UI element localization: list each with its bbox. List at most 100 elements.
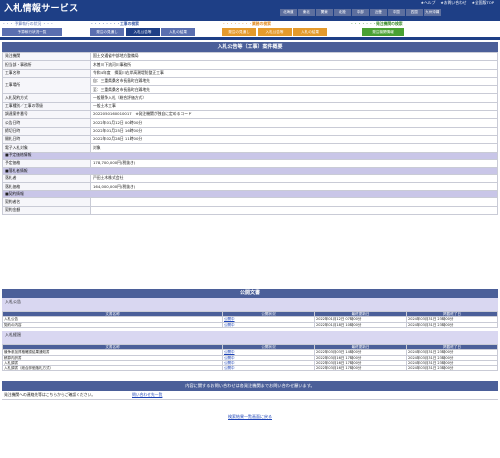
documents-panel: 公開文書 入札公告 文書名称 公開状況 最終更新日 掲載終了日 入札公告 公開中…: [2, 289, 498, 372]
doc-row: 入札調書（総合評価落札方式） 公開中 2022年03月16日 17時00分 20…: [2, 365, 498, 372]
value-winner: 戸田土木株式会社: [90, 173, 498, 184]
value-e-bid: 対象: [90, 143, 498, 153]
value-location-to: 至：三重県桑名市長島町白鶏地先: [90, 85, 498, 95]
row-notice-date: 公告日時 2022年01月12日 00時00分: [2, 118, 498, 128]
value-winning-price: 164,000,000円(税抜き): [90, 182, 498, 192]
region-tab-chubu[interactable]: 近畿: [370, 9, 387, 16]
region-tab-hokkaido[interactable]: 東北: [298, 9, 315, 16]
region-tab-kyushu[interactable]: 九州沖縄: [424, 9, 441, 16]
back-to-results-link[interactable]: 検索結果一覧画面に戻る: [228, 414, 272, 419]
row-location-from: 工事場所 自：三重県桑名市長島町白鶏地先: [2, 76, 498, 95]
section-price: ■予定価格情報: [2, 151, 498, 160]
tab-services-results[interactable]: 入札の結果: [293, 28, 327, 36]
contact-list-link[interactable]: 問い合わせ先一覧: [132, 392, 162, 398]
nav-group-budget-label: ・・・ 予算執行の状況 ・・・: [2, 21, 54, 26]
contact-link[interactable]: ★お問い合わせ: [440, 0, 466, 6]
row-contractor: 契約者名: [2, 197, 498, 207]
value-contractor: [90, 197, 498, 207]
region-tab-kanto2[interactable]: 北陸: [334, 9, 351, 16]
label-winner: 落札者: [2, 173, 91, 184]
value-contract-amount: [90, 205, 498, 216]
detail-heading: 入札公告等（工事）案件概要: [2, 42, 498, 52]
value-notice-date: 2022年01月12日 00時00分: [90, 118, 498, 128]
label-project-name: 工事名称: [2, 68, 91, 78]
section-winner-label: ■落札者情報: [2, 166, 498, 175]
region-tab-tohoku[interactable]: 関東: [316, 9, 333, 16]
section-contract-label: ■契約情報: [2, 190, 498, 199]
row-case-number: 調達案件番号 2022050160010017 ※発注機関が独自に定めるコード: [2, 110, 498, 120]
nav-group-services: ・・・・・・・・・・・・・・ 業務の検索 発注の見通し 入札公告等 入札の結果: [222, 21, 332, 37]
section-winner: ■落札者情報: [2, 166, 498, 175]
row-e-bid: 電子入札対象 対象: [2, 143, 498, 153]
help-link[interactable]: ★ヘルプ: [421, 0, 436, 6]
region-tab-hokuriku[interactable]: 中部: [352, 9, 369, 16]
doc-status-link[interactable]: 公開中: [222, 365, 315, 372]
label-bid-method: 入札契約方式: [2, 93, 91, 103]
tab-construction-notices[interactable]: 入札公告等: [125, 28, 160, 36]
value-location-from: 自：三重県桑名市長島町白鶏地先: [90, 76, 498, 87]
section-contract: ■契約情報: [2, 190, 498, 199]
value-office: 木曽川下流河川事務所: [90, 60, 498, 70]
tab-services-notices[interactable]: 入札公告等: [257, 28, 292, 36]
doc-end: 2024年03月31日 23時00分: [406, 365, 498, 372]
tab-construction-outlook[interactable]: 発注の見通し: [90, 28, 124, 36]
tab-agency-info[interactable]: 発注機関情報: [362, 28, 404, 36]
nav-strip: [0, 37, 500, 40]
value-case-number: 2022050160010017 ※発注機関が独自に定めるコード: [90, 110, 498, 120]
label-case-number: 調達案件番号: [2, 110, 91, 120]
region-tab-kanto[interactable]: 北海道: [280, 9, 297, 16]
doc-end: 2024年03月31日 23時00分: [406, 321, 498, 328]
label-contract-amount: 契約金額: [2, 205, 91, 216]
label-location: 工事場所: [2, 76, 91, 95]
tab-budget-list[interactable]: 予算執行状況一覧: [2, 28, 62, 36]
nav-group-construction: ・・・・・・・・・・・・・・ 工事の検索 発注の見通し 入札公告等 入札の結果: [90, 21, 200, 37]
tab-services-outlook[interactable]: 発注の見通し: [222, 28, 256, 36]
label-agency: 発注機関: [2, 51, 91, 62]
row-deadline: 締切日時 2022年01月25日 16時00分: [2, 126, 498, 136]
section-price-label: ■予定価格情報: [2, 151, 498, 160]
doc-row: 契約の内容 公開中 2022年01月18日 10時00分 2024年03月31日…: [2, 321, 498, 328]
value-agency: 国土交通省中部地方整備局: [90, 51, 498, 62]
label-category: 工事種別／工事の等級: [2, 101, 91, 112]
nav-group-construction-label: 工事の検索: [120, 21, 139, 26]
doc-name: 契約の内容: [2, 321, 223, 328]
row-estimated-price: 予定価格 178,700,000円(税抜き): [2, 158, 498, 168]
label-office: 担当部・事務所: [2, 60, 91, 70]
site-title: 入札情報サービス: [4, 4, 79, 14]
nav-group-services-dash: ・・・・・・・・・・・・・・: [222, 22, 252, 26]
row-opening-date: 開札日時 2022年02月28日 11時00分: [2, 134, 498, 145]
value-estimated-price: 178,700,000円(税抜き): [90, 158, 498, 168]
value-bid-method: 一般競争入札（総合評価方式）: [90, 93, 498, 103]
documents-heading: 公開文書: [2, 289, 498, 298]
row-winner: 落札者 戸田土木株式会社: [2, 173, 498, 184]
doc-name: 入札調書（総合評価落札方式）: [2, 365, 223, 372]
doc-updated: 2022年03月16日 17時00分: [314, 365, 407, 372]
row-contract-amount: 契約金額: [2, 205, 498, 216]
contact-row: 発注機関への連絡先等はこちらからご確認ください。 問い合わせ先一覧: [2, 391, 498, 400]
nav-group-construction-dash: ・・・・・・・・・・・・・・: [90, 22, 120, 26]
contact-text: 発注機関への連絡先等はこちらからご確認ください。: [4, 392, 96, 397]
detail-panel: 入札公告等（工事）案件概要 発注機関 国土交通省中部地方整備局 担当部・事務所 …: [2, 42, 498, 216]
region-tab-kinki[interactable]: 中国: [388, 9, 405, 16]
top-links: ★ヘルプ ★お問い合わせ ★全国版TOP: [421, 0, 494, 6]
label-notice-date: 公告日時: [2, 118, 91, 128]
region-tabs: 北海道 東北 関東 北陸 中部 近畿 中国 四国 九州沖縄: [280, 9, 441, 16]
doc-group-progress-title: 入札経過: [2, 330, 498, 344]
value-deadline: 2022年01月25日 16時00分: [90, 126, 498, 136]
label-contractor: 契約者名: [2, 197, 91, 207]
nav-group-budget: ・・・ 予算執行の状況 ・・・ 予算執行状況一覧: [2, 21, 62, 37]
inquiry-banner: 内容に関するお問い合わせは各発注機関までお問い合わせ願います。: [2, 381, 498, 391]
value-project-name: 令和4年度 揖斐川右岸高潮堤防整正工事: [90, 68, 498, 78]
doc-group-notice-title: 入札公告: [2, 298, 498, 311]
nav-group-agencies-dash: ・・・・・・・・・・・・・・: [350, 22, 376, 26]
row-winning-price: 落札価格 164,000,000円(税抜き): [2, 182, 498, 192]
national-top-link[interactable]: ★全国版TOP: [472, 0, 494, 6]
row-office: 担当部・事務所 木曽川下流河川事務所: [2, 60, 498, 70]
label-estimated-price: 予定価格: [2, 158, 91, 168]
label-winning-price: 落札価格: [2, 182, 91, 192]
row-agency: 発注機関 国土交通省中部地方整備局: [2, 51, 498, 62]
tab-construction-results[interactable]: 入札の結果: [161, 28, 195, 36]
region-tab-chugoku[interactable]: 四国: [406, 9, 423, 16]
doc-status-link[interactable]: 公開中: [222, 321, 315, 328]
row-bid-method: 入札契約方式 一般競争入札（総合評価方式）: [2, 93, 498, 103]
